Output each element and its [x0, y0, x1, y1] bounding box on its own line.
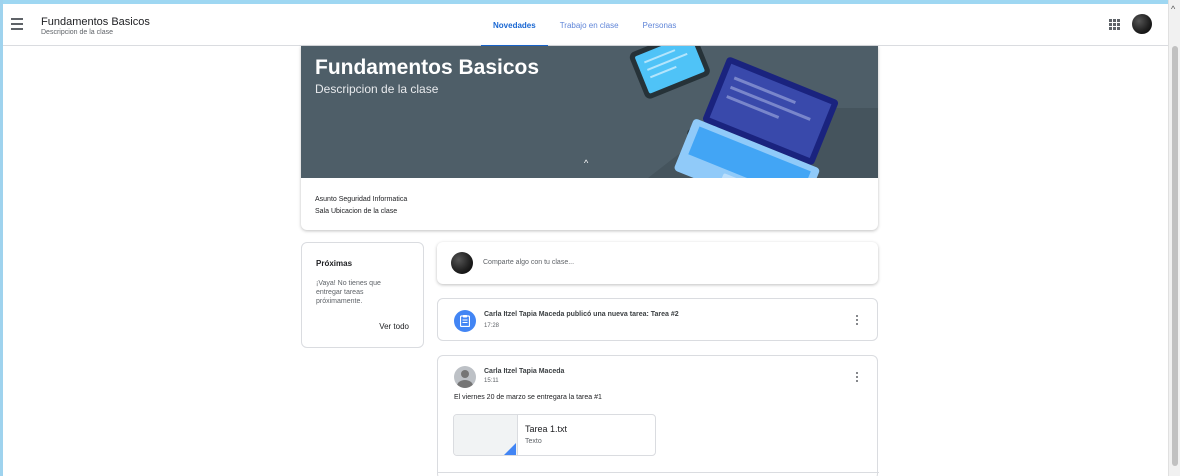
banner-title: Fundamentos Basicos — [315, 56, 540, 79]
share-box[interactable]: Comparte algo con tu clase... — [437, 242, 878, 284]
post-body: El viernes 20 de marzo se entregara la t… — [454, 394, 602, 401]
attachment-type: Texto — [525, 438, 542, 445]
upcoming-message: ¡Vaya! No tienes que entregar tareas pró… — [316, 280, 381, 305]
file-corner-icon — [504, 443, 516, 455]
laptop-illustration-icon — [629, 46, 878, 178]
post-time: 17:28 — [484, 323, 500, 329]
class-title[interactable]: Fundamentos Basicos — [41, 16, 150, 28]
class-details: Asunto Seguridad Informatica Sala Ubicac… — [315, 194, 407, 218]
tab-novedades[interactable]: Novedades — [481, 4, 548, 47]
scrollbar-thumb[interactable] — [1172, 46, 1178, 466]
user-avatar — [454, 366, 476, 388]
tab-personas[interactable]: Personas — [631, 4, 689, 46]
tab-trabajo-en-clase[interactable]: Trabajo en clase — [548, 4, 631, 46]
attachment-name: Tarea 1.txt — [525, 424, 568, 434]
class-banner-card: Fundamentos Basicos Descripcion de la cl… — [301, 46, 878, 230]
post-author: Carla Itzel Tapia Maceda — [484, 368, 565, 375]
class-subject: Asunto Seguridad Informatica — [315, 196, 408, 203]
post-title[interactable]: Carla Itzel Tapia Maceda publicó una nue… — [484, 311, 679, 318]
view-all-link[interactable]: Ver todo — [379, 322, 409, 331]
assignment-post[interactable]: Carla Itzel Tapia Maceda publicó una nue… — [437, 298, 878, 341]
class-tabs: Novedades Trabajo en clase Personas — [481, 4, 689, 47]
chevron-up-icon[interactable]: ^ — [584, 158, 588, 168]
class-room: Sala Ubicacion de la clase — [315, 208, 398, 215]
assignment-icon — [454, 310, 476, 332]
account-avatar[interactable] — [1132, 14, 1152, 34]
more-options-icon[interactable] — [855, 372, 859, 384]
more-options-icon[interactable] — [855, 315, 859, 327]
post-time: 15:11 — [484, 378, 499, 384]
upcoming-title: Próximas — [316, 259, 353, 268]
top-app-bar: Fundamentos Basicos Descripcion de la cl… — [3, 4, 1168, 47]
window-left-edge — [0, 0, 3, 476]
banner-description: Descripcion de la clase — [315, 82, 439, 96]
vertical-scrollbar[interactable]: ^ — [1168, 0, 1180, 476]
file-attachment[interactable]: Tarea 1.txt Texto — [453, 414, 656, 456]
apps-grid-icon[interactable] — [1109, 19, 1120, 30]
share-input[interactable]: Comparte algo con tu clase... — [483, 259, 574, 266]
upcoming-card: Próximas ¡Vaya! No tienes que entregar t… — [301, 242, 424, 348]
avatar — [451, 252, 473, 274]
scroll-up-icon[interactable]: ^ — [1171, 4, 1175, 14]
announcement-post: Carla Itzel Tapia Maceda 15:11 El vierne… — [437, 355, 879, 476]
divider — [438, 472, 879, 473]
menu-icon[interactable] — [11, 16, 29, 32]
class-subtitle: Descripcion de la clase — [41, 29, 113, 36]
class-banner: Fundamentos Basicos Descripcion de la cl… — [301, 46, 878, 178]
